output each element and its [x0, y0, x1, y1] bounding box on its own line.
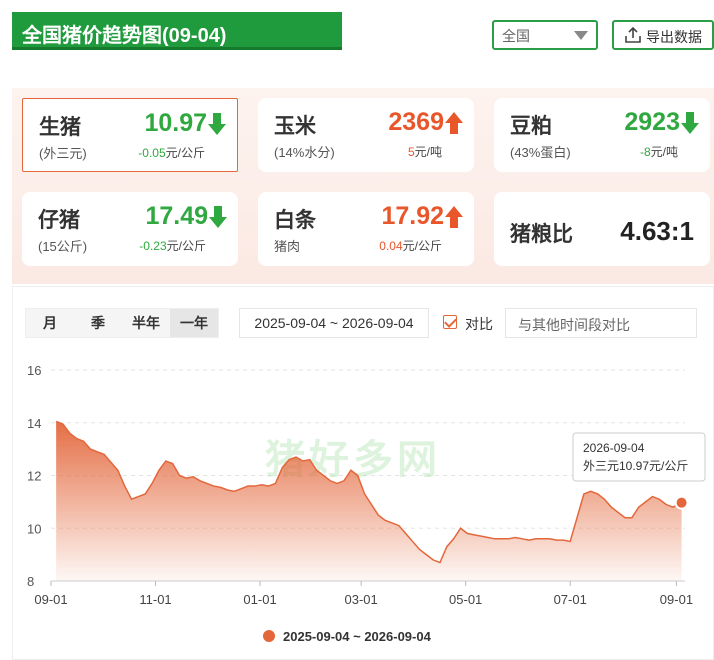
arrow-down-icon [207, 112, 227, 141]
card-price: 17.49 [145, 202, 208, 230]
card-sub: (43%蛋白) [510, 145, 571, 160]
y-tick-label: 14 [27, 416, 41, 431]
x-tick-label: 07-01 [554, 592, 587, 607]
card-corn[interactable]: 玉米 (14%水分) 2369 5元/吨 [258, 98, 474, 172]
card-price: 2923 [624, 108, 680, 136]
card-change: 0.04 [379, 239, 403, 253]
card-live-hog[interactable]: 生猪 (外三元) 10.97 -0.05元/公斤 [22, 98, 238, 172]
x-tick-label: 01-01 [243, 592, 276, 607]
card-price: 10.97 [144, 109, 207, 137]
card-sub: 猪肉 [274, 239, 301, 254]
card-price: 17.92 [381, 202, 444, 230]
x-tick-label: 09-01 [660, 592, 693, 607]
card-name: 豆粕 [510, 115, 552, 138]
x-tick-label: 05-01 [449, 592, 482, 607]
arrow-up-icon [444, 205, 464, 234]
card-price: 2369 [388, 108, 444, 136]
arrow-down-icon [208, 205, 228, 234]
legend-marker [263, 630, 275, 642]
card-unit: 元/公斤 [165, 146, 205, 160]
tooltip-value: 外三元10.97元/公斤 [583, 459, 688, 473]
ratio-value: 4.63:1 [620, 216, 694, 246]
card-soymeal[interactable]: 豆粕 (43%蛋白) 2923 -8元/吨 [494, 98, 710, 172]
arrow-up-icon [444, 111, 464, 140]
card-unit: 元/公斤 [402, 239, 442, 253]
x-tick-label: 09-01 [34, 592, 67, 607]
card-name: 猪粮比 [510, 223, 573, 246]
export-label: 导出数据 [646, 29, 702, 45]
card-name: 生猪 [39, 116, 81, 139]
card-hog-grain-ratio[interactable]: 猪粮比 4.63:1 [494, 192, 710, 266]
chevron-down-icon [574, 31, 588, 40]
price-chart: 猪好多网 81012141609-01 11-01 01-01 03-01 05-01 0… [27, 363, 706, 644]
card-unit: 元/吨 [650, 145, 678, 159]
card-change: 5 [407, 145, 415, 159]
card-unit: 元/公斤 [166, 239, 206, 253]
card-change: -8 [639, 145, 651, 159]
card-unit: 元/吨 [414, 145, 442, 159]
card-sub: (14%水分) [274, 145, 335, 160]
region-select[interactable]: 全国 [492, 20, 598, 50]
y-tick-label: 10 [27, 521, 41, 536]
x-tick-label: 03-01 [345, 592, 378, 607]
y-tick-label: 8 [27, 574, 34, 589]
price-cards-area: 生猪 (外三元) 10.97 -0.05元/公斤 玉米 (14%水分) 2369… [12, 88, 714, 284]
card-name: 仔猪 [38, 209, 80, 232]
card-name: 玉米 [274, 115, 316, 138]
tooltip-date: 2026-09-04 [583, 441, 645, 455]
highlight-point [674, 495, 689, 510]
legend-label: 2025-09-04 ~ 2026-09-04 [283, 629, 432, 644]
card-name: 白条 [274, 209, 316, 232]
y-tick-label: 16 [27, 363, 41, 378]
y-tick-label: 12 [27, 469, 41, 484]
card-sub: (外三元) [39, 146, 87, 161]
region-select-value: 全国 [502, 28, 530, 44]
arrow-down-icon [680, 111, 700, 140]
card-sub: (15公斤) [38, 239, 88, 254]
x-tick-label: 11-01 [139, 592, 171, 607]
card-change: -0.23 [139, 239, 167, 253]
chart-panel: 月 季 半年 一年 2025-09-04 ~ 2026-09-04 对比 与其他… [12, 286, 714, 660]
export-data-button[interactable]: 导出数据 [612, 20, 714, 50]
card-pork-carcass[interactable]: 白条 猪肉 17.92 0.04元/公斤 [258, 192, 474, 266]
export-icon [624, 26, 642, 47]
page-title: 全国猪价趋势图(09-04) [12, 12, 342, 50]
card-piglet[interactable]: 仔猪 (15公斤) 17.49 -0.23元/公斤 [22, 192, 238, 266]
card-change: -0.05 [138, 146, 166, 160]
